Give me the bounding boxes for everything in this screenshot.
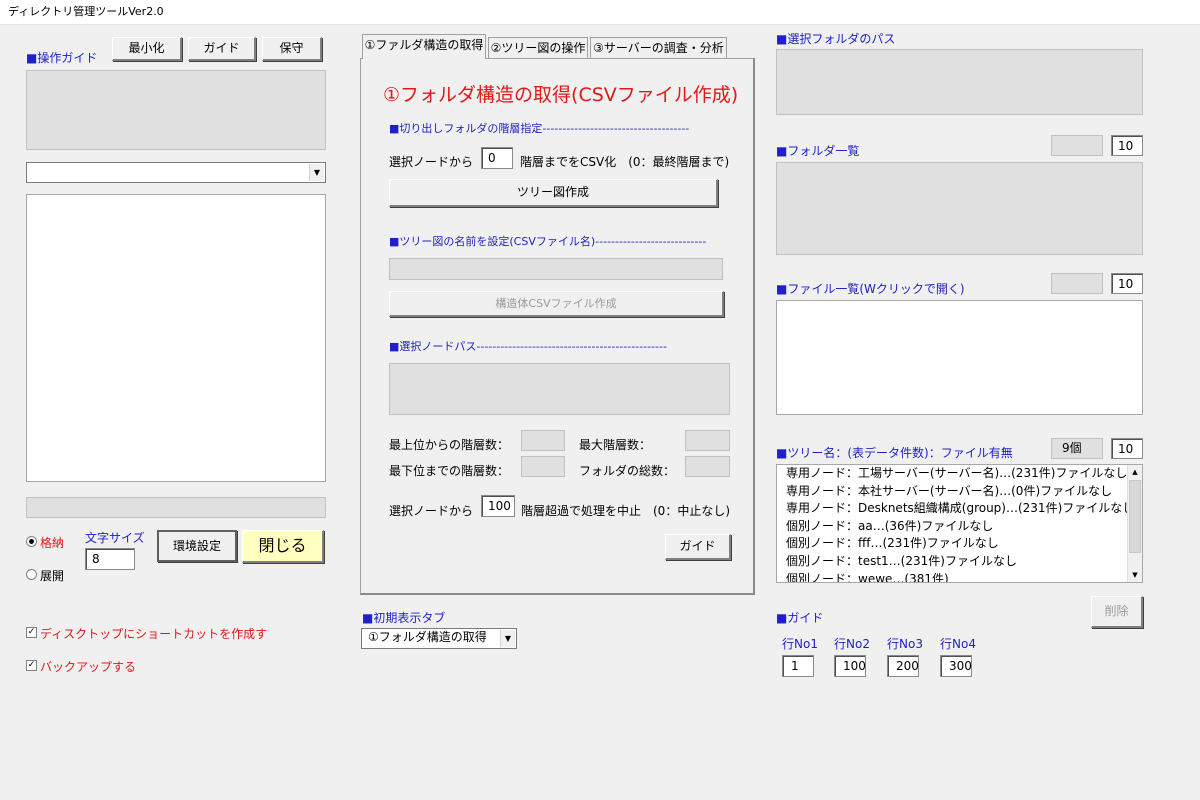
- file-list-num-input[interactable]: 10: [1111, 273, 1143, 294]
- create-csv-button[interactable]: 構造体CSVファイル作成: [389, 291, 724, 317]
- selected-folder-path-label: ■選択フォルダのパス: [776, 32, 896, 46]
- font-size-input[interactable]: 8: [85, 548, 135, 570]
- radio-store-icon[interactable]: [26, 536, 37, 547]
- tree-name-input[interactable]: [389, 258, 723, 280]
- stop-level-input[interactable]: 100: [481, 495, 515, 517]
- maintenance-button[interactable]: 保守: [262, 37, 322, 61]
- tab-folder-structure[interactable]: ①ファルダ構造の取得: [362, 34, 486, 59]
- folder-list-label: ■フォルダ一覧: [776, 144, 860, 158]
- from-node-label: 選択ノードから: [389, 155, 474, 169]
- row-no-input[interactable]: 1: [782, 655, 814, 677]
- folder-total-value: [685, 456, 730, 477]
- backup-checkbox[interactable]: ✓: [26, 660, 37, 671]
- from-top-label: 最上位からの階層数：: [389, 438, 510, 452]
- tree-list-item[interactable]: 専用ノード：Desknets組織構成(group)…(231件)ファイルなし: [777, 500, 1142, 518]
- from-top-value: [521, 430, 565, 451]
- selected-folder-path-box: [776, 49, 1143, 115]
- shortcut-checkbox[interactable]: ✓: [26, 627, 37, 638]
- tree-list-item[interactable]: 専用ノード：本社サーバー(サーバー名)…(0件)ファイルなし: [777, 483, 1142, 501]
- scroll-up-icon[interactable]: ▲: [1128, 465, 1142, 479]
- level-suffix-label: 階層までをCSV化 (0：最終階層まで): [520, 155, 730, 169]
- to-bottom-label: 最下位までの階層数：: [389, 464, 510, 478]
- close-button[interactable]: 閉じる: [242, 530, 324, 563]
- node-path-section: ■選択ノードパス--------------------------------…: [389, 340, 667, 353]
- radio-expand-icon[interactable]: [26, 569, 37, 580]
- to-bottom-value: [521, 456, 565, 477]
- right-guide-label: ■ガイド: [776, 611, 824, 625]
- row-no-label: 行No4: [940, 637, 976, 651]
- max-level-label: 最大階層数：: [579, 438, 652, 452]
- tab-tree-operation[interactable]: ②ツリー図の操作: [488, 37, 588, 59]
- chevron-down-icon[interactable]: ▼: [309, 164, 324, 181]
- tree-name-section: ■ツリー図の名前を設定(CSVファイル名)-------------------…: [389, 235, 707, 248]
- tab1-guide-button[interactable]: ガイド: [665, 534, 731, 560]
- tree-list-item[interactable]: 個別ノード：wewe…(381件): [777, 571, 1142, 582]
- tab1-heading: ①フォルダ構造の取得(CSVファイル作成): [383, 84, 739, 106]
- window-title: ディレクトリ管理ツールVer2.0: [0, 0, 1200, 24]
- from-node2-label: 選択ノードから: [389, 504, 474, 518]
- row-no-label: 行No3: [887, 637, 923, 651]
- radio-expand-label: 展開: [40, 569, 65, 583]
- left-dropdown-value: [27, 162, 39, 178]
- cut-level-section: ■切り出しフォルダの階層指定--------------------------…: [389, 122, 690, 135]
- file-list-count-box: [1051, 273, 1103, 294]
- scroll-thumb[interactable]: [1129, 480, 1141, 553]
- tree-list-item[interactable]: 専用ノード：工場サーバー(サーバー名)…(231件)ファイルなし: [777, 465, 1142, 483]
- row-no-input[interactable]: 300: [940, 655, 972, 677]
- delete-button[interactable]: 削除: [1091, 596, 1143, 628]
- folder-list-box[interactable]: [776, 162, 1143, 255]
- tree-list[interactable]: 専用ノード：工場サーバー(サーバー名)…(231件)ファイルなし 専用ノード：本社…: [776, 464, 1143, 583]
- row-no-input[interactable]: 200: [887, 655, 919, 677]
- create-tree-button[interactable]: ツリー図作成: [389, 179, 718, 207]
- shortcut-checkbox-label: ディスクトップにショートカットを作成す: [40, 627, 268, 641]
- initial-tab-select[interactable]: ①フォルダ構造の取得 ▼: [361, 628, 517, 649]
- node-path-box: [389, 363, 730, 415]
- radio-expand[interactable]: [26, 569, 37, 583]
- row-no-label: 行No1: [782, 637, 818, 651]
- tree-list-item[interactable]: 個別ノード：aa…(36件)ファイルなし: [777, 518, 1142, 536]
- tree-num-input[interactable]: 10: [1111, 438, 1143, 459]
- radio-store[interactable]: [26, 536, 37, 550]
- left-status-box: [26, 497, 326, 518]
- tree-count-box: 9個: [1051, 438, 1103, 459]
- operation-guide-label: ■操作ガイド: [26, 51, 98, 65]
- stop-suffix-label: 階層超過で処理を中止 (0：中止なし): [521, 504, 730, 518]
- env-settings-button[interactable]: 環境設定: [157, 530, 237, 562]
- max-level-value: [685, 430, 730, 451]
- minimize-button[interactable]: 最小化: [112, 37, 182, 61]
- folder-list-num-input[interactable]: 10: [1111, 135, 1143, 156]
- folder-list-count-box: [1051, 135, 1103, 156]
- scroll-down-icon[interactable]: ▼: [1128, 568, 1142, 582]
- backup-checkbox-label: バックアップする: [40, 660, 137, 674]
- tree-names-label: ■ツリー名：(表データ件数)：ファイル有無: [776, 446, 1013, 460]
- guide-button[interactable]: ガイド: [188, 37, 256, 61]
- radio-store-label: 格納: [40, 536, 65, 550]
- tab-server-analysis[interactable]: ③サーバーの調査・分析: [590, 37, 727, 59]
- font-size-label: 文字サイズ: [85, 531, 145, 545]
- folder-total-label: フォルダの総数：: [579, 464, 676, 478]
- file-list-label: ■ファイル一覧(Wクリックで開く): [776, 282, 965, 296]
- operation-guide-box: [26, 70, 326, 150]
- row-no-label: 行No2: [834, 637, 870, 651]
- left-dropdown[interactable]: ▼: [26, 162, 326, 183]
- chevron-down-icon[interactable]: ▼: [500, 630, 515, 647]
- tree-list-item[interactable]: 個別ノード：fff…(231件)ファイルなし: [777, 535, 1142, 553]
- titlebar-divider: [0, 24, 1200, 25]
- level-input[interactable]: 0: [481, 147, 513, 169]
- left-listbox[interactable]: [26, 194, 326, 482]
- tree-list-item[interactable]: 個別ノード：test1…(231件)ファイルなし: [777, 553, 1142, 571]
- row-no-input[interactable]: 100: [834, 655, 866, 677]
- file-list-box[interactable]: [776, 300, 1143, 415]
- tree-list-scrollbar[interactable]: ▲ ▼: [1127, 465, 1142, 582]
- initial-tab-label: ■初期表示タブ: [362, 611, 446, 625]
- initial-tab-value: ①フォルダ構造の取得: [368, 630, 487, 644]
